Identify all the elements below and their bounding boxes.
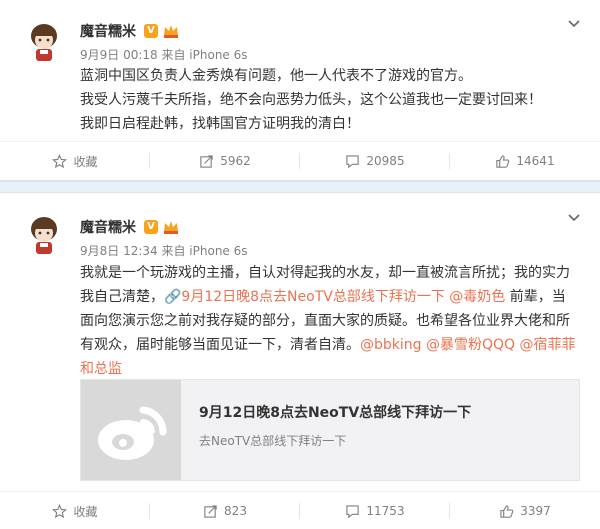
- star-icon: [52, 153, 68, 168]
- favorite-label: 收藏: [73, 154, 98, 169]
- repost-count: 823: [224, 504, 247, 518]
- like-button[interactable]: 14641: [450, 142, 600, 180]
- post-text: 我就是一个玩游戏的主播，自认对得起我的水友，却一直被流言所扰；我的实力 我自己清楚…: [80, 261, 580, 381]
- mention-link[interactable]: @bbking: [360, 337, 422, 353]
- user-name[interactable]: 魔音糯米: [80, 217, 136, 237]
- text-segment: 蓝洞中国区负责人金秀焕有问题，他一人代表不了游戏的官方。: [80, 68, 472, 84]
- link-card-thumbnail: [81, 380, 181, 480]
- favorite-button[interactable]: 收藏: [0, 492, 150, 529]
- user-name[interactable]: 魔音糯米: [80, 21, 136, 41]
- crown-badge: [164, 25, 178, 38]
- comment-button[interactable]: 20985: [300, 142, 450, 180]
- text-line: 有观众，届时能够当面见证一下，清者自清。@bbking @暴雪粉QQQ @宿菲菲: [80, 333, 580, 357]
- text-line: 我受人污蔑千夫所指，绝不会向恶势力低头，这个公道我也一定要讨回来！: [80, 88, 580, 112]
- text-line: 和总监: [80, 357, 580, 381]
- text-segment: 有观众，届时能够当面见证一下，清者自清。: [80, 337, 360, 353]
- link-card-subtitle: 去NeoTV总部线下拜访一下: [199, 434, 347, 448]
- like-icon: [496, 154, 510, 168]
- mention-link[interactable]: @暴雪粉QQQ: [426, 337, 515, 353]
- verified-badge: V: [144, 220, 158, 234]
- web-link[interactable]: 🔗9月12日晚8点去NeoTV总部线下拜访一下: [164, 289, 445, 305]
- comment-count: 11753: [366, 504, 405, 518]
- like-icon: [500, 504, 514, 518]
- favorite-button[interactable]: 收藏: [0, 142, 150, 180]
- crown-badge: [164, 221, 178, 234]
- action-bar: 收藏 823 11753 3397: [0, 492, 600, 529]
- feed-gap: [0, 180, 600, 192]
- mention-link[interactable]: @宿菲菲: [520, 337, 576, 353]
- repost-count: 5962: [220, 154, 251, 168]
- link-card-title: 9月12日晚8点去NeoTV总部线下拜访一下: [199, 405, 472, 421]
- comment-icon: [346, 154, 360, 168]
- text-line: 我就是一个玩游戏的主播，自认对得起我的水友，却一直被流言所扰；我的实力: [80, 261, 580, 285]
- like-button[interactable]: 3397: [450, 492, 600, 529]
- post-meta: 9月9日 00:18 来自 iPhone 6s: [80, 48, 248, 62]
- mention-link[interactable]: @毒奶色: [449, 289, 505, 305]
- chevron-down-icon[interactable]: [566, 210, 582, 226]
- star-icon: [52, 503, 68, 518]
- repost-button[interactable]: 5962: [150, 142, 300, 180]
- text-segment: 我受人污蔑千夫所指，绝不会向恶势力低头，这个公道我也一定要讨回来！: [80, 92, 542, 108]
- repost-icon: [204, 504, 217, 518]
- weibo-logo-icon: [81, 380, 181, 480]
- avatar[interactable]: [20, 16, 68, 64]
- text-segment: 面向您演示您之前对我存疑的部分，直面大家的质疑。也希望各位业界大佬和所: [80, 313, 570, 329]
- text-segment: 我自己清楚，: [80, 289, 164, 305]
- favorite-label: 收藏: [73, 504, 98, 519]
- verified-badge: V: [144, 24, 158, 38]
- like-count: 14641: [516, 154, 555, 168]
- action-bar: 收藏 5962 20985 14641: [0, 142, 600, 180]
- avatar[interactable]: [20, 209, 68, 257]
- like-count: 3397: [520, 504, 551, 518]
- text-line: 面向您演示您之前对我存疑的部分，直面大家的质疑。也希望各位业界大佬和所: [80, 309, 580, 333]
- comment-button[interactable]: 11753: [300, 492, 450, 529]
- chevron-down-icon[interactable]: [566, 16, 582, 32]
- link-card[interactable]: 9月12日晚8点去NeoTV总部线下拜访一下 去NeoTV总部线下拜访一下: [80, 379, 580, 481]
- comment-icon: [346, 504, 360, 518]
- text-line: 我自己清楚，🔗9月12日晚8点去NeoTV总部线下拜访一下 @毒奶色 前辈，当: [80, 285, 580, 309]
- web-link[interactable]: 和总监: [80, 361, 122, 377]
- text-segment: 我就是一个玩游戏的主播，自认对得起我的水友，却一直被流言所扰；我的实力: [80, 265, 570, 281]
- repost-icon: [200, 154, 213, 168]
- text-line: 我即日启程赴韩，找韩国官方证明我的清白！: [80, 112, 580, 136]
- weibo-post-2: 魔音糯米 V 9月8日 12:34 来自 iPhone 6s 我就是一个玩游戏的…: [0, 192, 600, 529]
- text-segment: 前辈，当: [505, 289, 566, 305]
- text-segment: 我即日启程赴韩，找韩国官方证明我的清白！: [80, 116, 360, 132]
- post-meta: 9月8日 12:34 来自 iPhone 6s: [80, 244, 248, 258]
- weibo-post-1: 魔音糯米 V 9月9日 00:18 来自 iPhone 6s 蓝洞中国区负责人金…: [0, 0, 600, 180]
- text-line: 蓝洞中国区负责人金秀焕有问题，他一人代表不了游戏的官方。: [80, 64, 580, 88]
- comment-count: 20985: [366, 154, 405, 168]
- post-text: 蓝洞中国区负责人金秀焕有问题，他一人代表不了游戏的官方。我受人污蔑千夫所指，绝不…: [80, 64, 580, 136]
- repost-button[interactable]: 823: [150, 492, 300, 529]
